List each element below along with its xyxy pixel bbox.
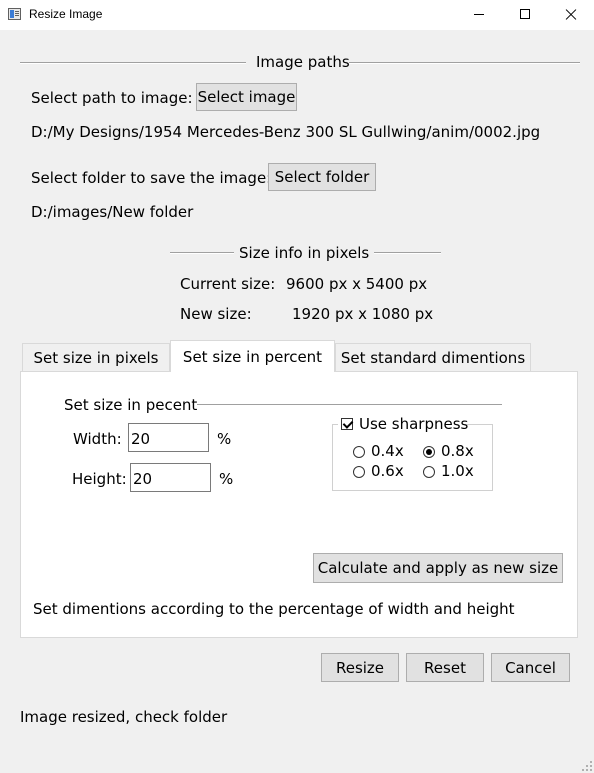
size-separator-right [374,252,441,254]
app-icon [8,8,21,20]
tab-size-in-pixels[interactable]: Set size in pixels [22,343,170,371]
use-sharpness-checkbox[interactable] [341,418,353,430]
size-separator-left [170,252,234,254]
current-size-label: Current size: [180,275,276,293]
cancel-button[interactable]: Cancel [491,653,570,682]
resize-grip-icon[interactable] [582,761,592,771]
current-size-value: 9600 px x 5400 px [286,275,428,293]
width-input[interactable] [128,423,209,452]
folder-path-text: D:/images/New folder [31,203,194,221]
resize-button[interactable]: Resize [321,653,399,682]
sharpness-radio-0-8x[interactable] [423,446,435,458]
tab-panel-percent [20,371,578,638]
height-input[interactable] [130,463,211,492]
title-bar: Resize Image [0,0,594,30]
minimize-icon[interactable] [456,0,502,30]
select-image-label: Select path to image: [31,89,193,107]
select-image-button[interactable]: Select image [196,83,297,111]
select-folder-label: Select folder to save the image: [31,169,272,187]
close-icon[interactable] [548,0,594,30]
sharpness-radio-0-6x[interactable] [353,466,365,478]
image-paths-title: Image paths [256,53,350,71]
reset-button[interactable]: Reset [406,653,484,682]
size-info-title: Size info in pixels [239,244,370,262]
select-folder-button[interactable]: Select folder [268,163,376,191]
separator-left [20,62,246,64]
sharpness-radio-0-4x[interactable] [353,446,365,458]
tab-size-in-percent[interactable]: Set size in percent [170,340,335,372]
window-title: Resize Image [29,7,103,21]
status-text: Image resized, check folder [20,708,228,726]
new-size-value: 1920 px x 1080 px [292,305,434,323]
separator-right [349,62,580,64]
maximize-icon[interactable] [502,0,548,30]
image-path-text: D:/My Designs/1954 Mercedes-Benz 300 SL … [31,123,541,141]
calculate-apply-button[interactable]: Calculate and apply as new size [313,553,563,583]
tab-standard-dimensions[interactable]: Set standard dimentions [335,343,531,371]
new-size-label: New size: [180,305,252,323]
sharpness-radio-1-0x[interactable] [423,466,435,478]
